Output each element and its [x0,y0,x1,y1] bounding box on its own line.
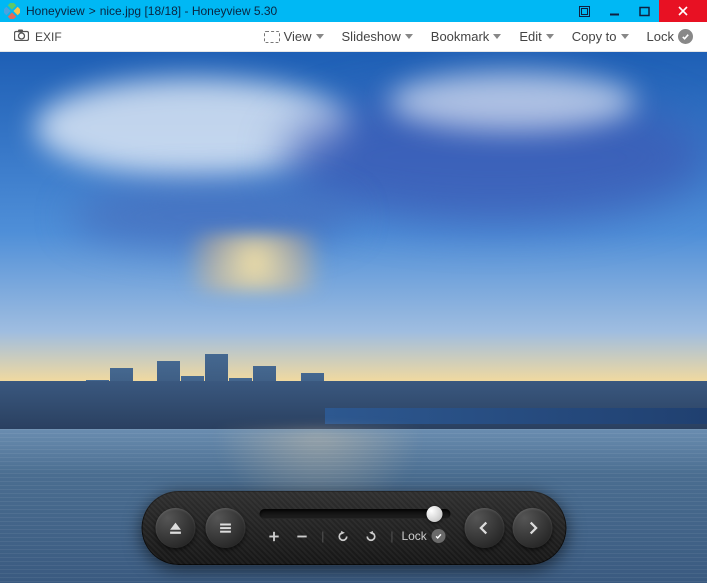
exif-label: EXIF [35,30,62,44]
copy-to-menu[interactable]: Copy to [568,29,633,44]
title-separator: > [89,4,96,18]
title-file-name: nice.jpg [100,4,141,18]
zoom-out-button[interactable] [291,525,313,547]
title-version: Honeyview 5.30 [192,4,277,18]
previous-button[interactable] [464,508,504,548]
close-button[interactable] [659,0,707,22]
exif-button[interactable]: EXIF [14,29,62,44]
check-circle-icon [432,529,446,543]
chevron-down-icon [405,34,413,39]
popup-button[interactable] [569,0,599,22]
lock-toggle[interactable]: Lock [643,29,697,44]
separator: | [321,529,324,543]
bookmark-menu[interactable]: Bookmark [427,29,506,44]
separator: | [390,529,393,543]
view-menu[interactable]: View [260,29,328,44]
lock-toggle-mini[interactable]: Lock [401,529,445,543]
maximize-button[interactable] [629,0,659,22]
window-controls [569,0,707,22]
bookmark-label: Bookmark [431,29,490,44]
eject-button[interactable] [155,508,195,548]
slideshow-menu[interactable]: Slideshow [338,29,417,44]
image-viewer[interactable]: | | Lock [0,52,707,583]
camera-icon [14,29,29,44]
lock-mini-label: Lock [401,529,426,543]
zoom-in-button[interactable] [263,525,285,547]
progress-slider[interactable] [259,509,450,519]
app-logo-icon [4,3,20,19]
title-app-name: Honeyview [26,4,85,18]
chevron-down-icon [546,34,554,39]
menubar: EXIF View Slideshow Bookmark Edit Copy t… [0,22,707,52]
edit-label: Edit [519,29,541,44]
chevron-down-icon [316,34,324,39]
slider-thumb[interactable] [426,506,442,522]
title-counter: [18/18] [144,4,181,18]
view-icon [264,31,280,43]
lock-label: Lock [647,29,674,44]
chevron-down-icon [621,34,629,39]
view-label: View [284,29,312,44]
title-dash: - [181,4,192,18]
rotate-right-button[interactable] [360,525,382,547]
check-circle-icon [678,29,693,44]
floating-control-bar: | | Lock [141,491,566,565]
titlebar: Honeyview > nice.jpg [18/18] - Honeyview… [0,0,707,22]
slideshow-label: Slideshow [342,29,401,44]
copy-to-label: Copy to [572,29,617,44]
minimize-button[interactable] [599,0,629,22]
next-button[interactable] [512,508,552,548]
chevron-down-icon [493,34,501,39]
rotate-left-button[interactable] [332,525,354,547]
menu-button[interactable] [205,508,245,548]
edit-menu[interactable]: Edit [515,29,557,44]
